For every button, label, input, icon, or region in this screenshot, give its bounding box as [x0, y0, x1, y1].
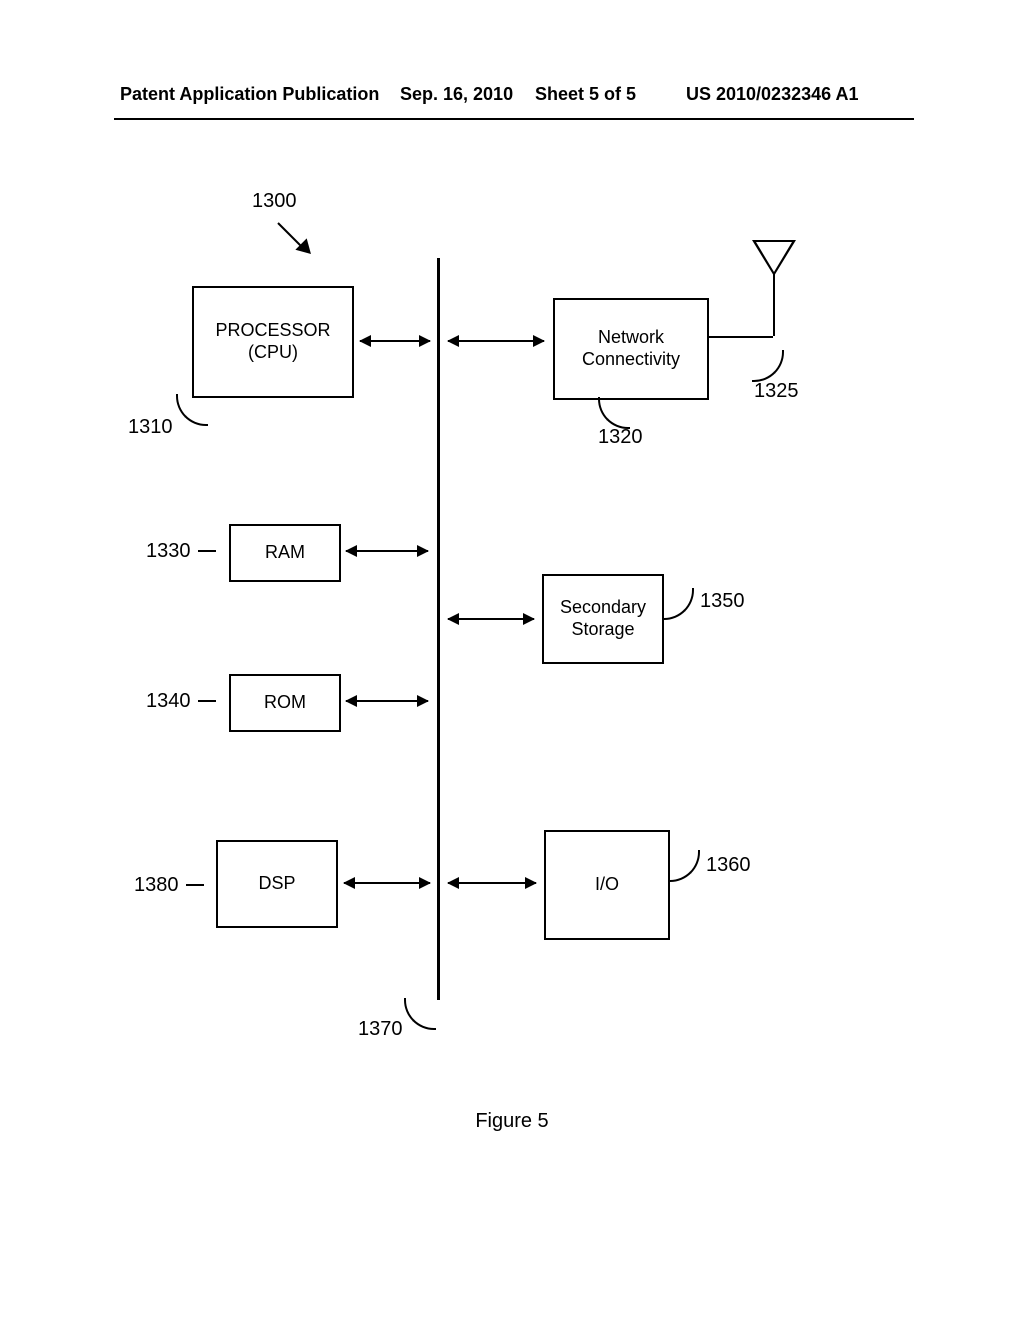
arrow-processor: [360, 340, 430, 342]
document-number: US 2010/0232346 A1: [686, 84, 858, 105]
publication-date: Sep. 16, 2010: [400, 84, 513, 105]
arrow-ram: [346, 550, 428, 552]
block-processor: PROCESSOR (CPU): [192, 286, 354, 398]
arrow-io: [448, 882, 536, 884]
block-network: Network Connectivity: [553, 298, 709, 400]
ref-processor: 1310: [128, 416, 173, 439]
block-rom: ROM: [229, 674, 341, 732]
header-rule: [114, 118, 914, 120]
leader-network: [598, 397, 630, 429]
block-io: I/O: [544, 830, 670, 940]
ref-io: 1360: [706, 854, 751, 877]
arrow-network: [448, 340, 544, 342]
antenna-icon: [752, 240, 796, 276]
ref-network: 1320: [598, 426, 643, 449]
publication-label: Patent Application Publication: [120, 84, 379, 105]
leader-antenna: [752, 350, 784, 382]
page: Patent Application Publication Sep. 16, …: [0, 0, 1024, 1320]
arrow-secondary: [448, 618, 534, 620]
block-dsp: DSP: [216, 840, 338, 928]
figure-caption: Figure 5: [0, 1110, 1024, 1133]
system-bus: [437, 258, 440, 1000]
arrow-dsp: [344, 882, 430, 884]
figure-5: 1300 1370 PROCESSOR (CPU) 1310 Network C…: [0, 150, 1024, 1150]
leader-bus: [404, 998, 436, 1030]
block-ram: RAM: [229, 524, 341, 582]
block-rom-label: ROM: [264, 692, 306, 714]
block-io-label: I/O: [595, 874, 619, 896]
block-network-label: Network Connectivity: [582, 327, 680, 370]
leader-ram: [198, 550, 216, 552]
ref-rom: 1340: [146, 690, 191, 713]
antenna-mast: [773, 274, 775, 336]
block-dsp-label: DSP: [258, 873, 295, 895]
leader-dsp: [186, 884, 204, 886]
ref-antenna: 1325: [754, 380, 799, 403]
block-secondary-storage: Secondary Storage: [542, 574, 664, 664]
ref-overall: 1300: [252, 190, 297, 213]
leader-rom: [198, 700, 216, 702]
ref-bus: 1370: [358, 1018, 403, 1041]
leader-io: [668, 850, 700, 882]
leader-processor: [176, 394, 208, 426]
ref-ram: 1330: [146, 540, 191, 563]
arrow-rom: [346, 700, 428, 702]
antenna-link: [707, 336, 773, 338]
block-ram-label: RAM: [265, 542, 305, 564]
block-processor-label: PROCESSOR (CPU): [215, 320, 330, 363]
leader-secondary: [662, 588, 694, 620]
ref-dsp: 1380: [134, 874, 179, 897]
ref-secondary: 1350: [700, 590, 745, 613]
block-secondary-storage-label: Secondary Storage: [560, 597, 646, 640]
patent-header: Patent Application Publication Sep. 16, …: [0, 84, 1024, 114]
sheet-number: Sheet 5 of 5: [535, 84, 636, 105]
